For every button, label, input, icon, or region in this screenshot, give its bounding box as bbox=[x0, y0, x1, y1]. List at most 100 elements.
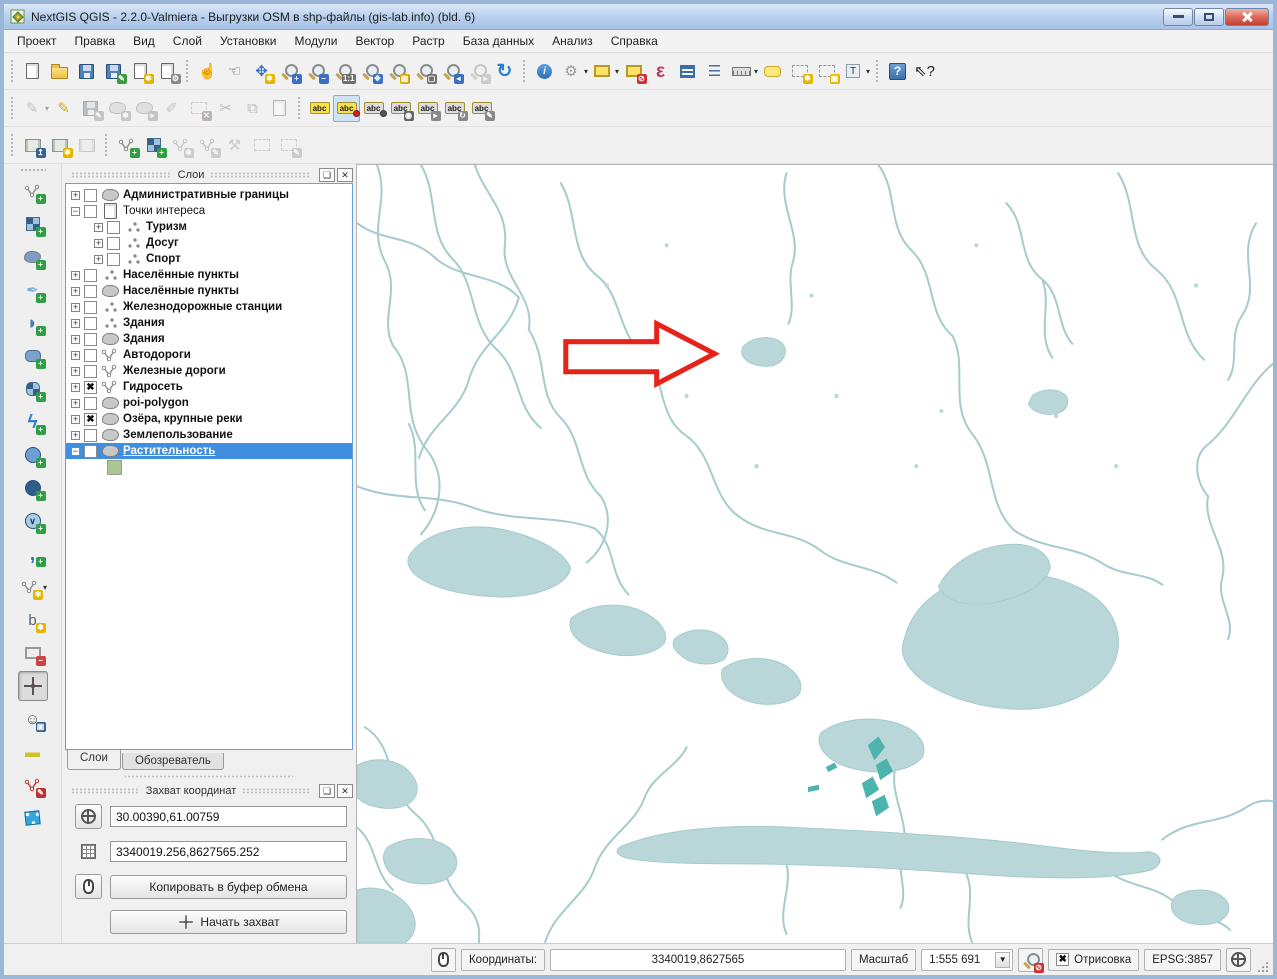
tree-expander[interactable]: + bbox=[71, 383, 80, 392]
new-project-button[interactable] bbox=[19, 58, 46, 85]
highlight-pinned-labels-button[interactable]: abc bbox=[360, 95, 387, 122]
change-label-button[interactable]: abc✎ bbox=[468, 95, 495, 122]
new-vector-layer-button[interactable]: + bbox=[113, 132, 140, 159]
show-hide-labels-button[interactable]: abc◉ bbox=[387, 95, 414, 122]
tree-expander[interactable]: + bbox=[94, 223, 103, 232]
add-wfs-layer-button[interactable]: ∨+ bbox=[18, 506, 48, 536]
coordinate-capture-button[interactable] bbox=[18, 671, 48, 701]
toolbar-grip[interactable] bbox=[10, 133, 15, 157]
epsg-button[interactable]: EPSG:3857 bbox=[1144, 949, 1221, 971]
zoom-full-button[interactable]: ✥ bbox=[356, 58, 383, 85]
render-checkbox-box[interactable]: ✖ Отрисовка bbox=[1048, 949, 1139, 971]
rotate-label-button[interactable]: abc↻ bbox=[441, 95, 468, 122]
remove-layer-button[interactable]: − bbox=[18, 638, 48, 668]
resize-grip[interactable] bbox=[1256, 960, 1269, 973]
add-wms-layer-button[interactable]: + bbox=[18, 341, 48, 371]
add-wms-wmts-layer-button[interactable]: + bbox=[18, 440, 48, 470]
add-delimited-text-layer-button[interactable]: ,+ bbox=[18, 539, 48, 569]
import-layer-to-map-new-button[interactable]: ✱ bbox=[46, 132, 73, 159]
new-raster-layer-button[interactable]: + bbox=[140, 132, 167, 159]
chevron-down-icon[interactable]: ▾ bbox=[866, 67, 870, 76]
zoom-out-button[interactable]: − bbox=[302, 58, 329, 85]
save-project-button[interactable] bbox=[73, 58, 100, 85]
zoom-to-layer-button[interactable]: ▢ bbox=[410, 58, 437, 85]
menu-item-10[interactable]: Анализ bbox=[543, 31, 602, 51]
run-feature-action-button[interactable]: ⚙▾ bbox=[558, 58, 589, 85]
help-contents-button[interactable]: ? bbox=[884, 58, 911, 85]
pan-to-selection-button[interactable]: ✥✱ bbox=[248, 58, 275, 85]
layer-row[interactable]: −Растительность bbox=[66, 443, 352, 459]
layer-visibility-checkbox[interactable] bbox=[84, 317, 97, 330]
zoom-to-selection-button[interactable]: ▣ bbox=[383, 58, 410, 85]
panel-grip[interactable] bbox=[71, 788, 140, 794]
tree-expander[interactable]: + bbox=[71, 191, 80, 200]
new-plugin-layer-button[interactable]: b✱ bbox=[18, 605, 48, 635]
layer-visibility-checkbox[interactable] bbox=[84, 429, 97, 442]
toolbar-grip[interactable] bbox=[297, 96, 302, 120]
geographic-coords-field[interactable]: 30.00390,61.00759 bbox=[110, 806, 347, 827]
tree-expander[interactable]: + bbox=[71, 319, 80, 328]
chevron-down-icon[interactable]: ▼ bbox=[995, 952, 1010, 968]
float-panel-button[interactable]: ❏ bbox=[319, 168, 335, 182]
toolbar-grip[interactable] bbox=[10, 59, 15, 83]
render-checkbox[interactable]: ✖ bbox=[1056, 953, 1069, 966]
chevron-down-icon[interactable]: ▾ bbox=[754, 67, 758, 76]
new-shapefile-layer-button[interactable]: ✱▾ bbox=[18, 572, 48, 602]
layer-visibility-checkbox[interactable] bbox=[84, 285, 97, 298]
track-mouse-toggle[interactable] bbox=[75, 874, 102, 899]
minimize-button[interactable] bbox=[1163, 8, 1193, 26]
toggle-mouse-tracking-button[interactable] bbox=[431, 948, 456, 972]
layer-visibility-checkbox[interactable] bbox=[84, 333, 97, 346]
zoom-in-button[interactable]: + bbox=[275, 58, 302, 85]
add-web-globe-layer-button[interactable]: + bbox=[18, 473, 48, 503]
panel-grip[interactable] bbox=[242, 788, 311, 794]
save-project-as-button[interactable]: ✎ bbox=[100, 58, 127, 85]
layer-visibility-checkbox[interactable] bbox=[84, 349, 97, 362]
layer-visibility-checkbox[interactable] bbox=[84, 397, 97, 410]
menu-item-6[interactable]: Модули bbox=[285, 31, 346, 51]
menu-item-9[interactable]: База данных bbox=[454, 31, 543, 51]
numerical-digitize-button[interactable]: ✎ bbox=[18, 770, 48, 800]
menu-item-2[interactable]: Правка bbox=[66, 31, 125, 51]
add-raster-layer-button[interactable]: + bbox=[18, 209, 48, 239]
chevron-down-icon[interactable]: ▾ bbox=[45, 104, 49, 113]
toolbar-grip[interactable] bbox=[875, 59, 880, 83]
add-spatialite-layer-button[interactable]: ✒+ bbox=[18, 275, 48, 305]
menu-item-4[interactable]: Слой bbox=[164, 31, 211, 51]
menu-item-8[interactable]: Растр bbox=[403, 31, 453, 51]
layer-visibility-checkbox[interactable] bbox=[84, 205, 97, 218]
toolbar-grip[interactable] bbox=[185, 59, 190, 83]
osm-place-search-button[interactable]: ☺▣ bbox=[18, 704, 48, 734]
identify-features-button[interactable]: i bbox=[531, 58, 558, 85]
chevron-down-icon[interactable]: ▾ bbox=[615, 67, 619, 76]
zoom-last-button[interactable]: ◂ bbox=[437, 58, 464, 85]
tree-expander[interactable]: + bbox=[71, 399, 80, 408]
add-vector-layer-button[interactable]: + bbox=[18, 176, 48, 206]
menu-item-3[interactable]: Вид bbox=[124, 31, 164, 51]
scale-combobox[interactable]: 1:555 691 ▼ bbox=[921, 949, 1013, 971]
toolbar-grip[interactable] bbox=[20, 168, 46, 173]
layer-visibility-checkbox[interactable]: ✖ bbox=[84, 381, 97, 394]
close-panel-button[interactable]: ✕ bbox=[337, 168, 353, 182]
toolbar-grip[interactable] bbox=[104, 133, 109, 157]
composer-manager-button[interactable]: ⚙ bbox=[154, 58, 181, 85]
select-features-button[interactable]: ▾ bbox=[589, 58, 620, 85]
toolbar-grip[interactable] bbox=[10, 96, 15, 120]
close-button[interactable] bbox=[1225, 8, 1269, 26]
layer-visibility-checkbox[interactable] bbox=[84, 445, 97, 458]
layer-row[interactable]: +Досуг bbox=[66, 235, 352, 251]
menu-item-11[interactable]: Справка bbox=[602, 31, 667, 51]
layer-visibility-checkbox[interactable] bbox=[84, 301, 97, 314]
tree-expander[interactable]: − bbox=[71, 447, 80, 456]
coordinates-field[interactable]: 3340019,8627565 bbox=[550, 949, 846, 971]
select-by-expression-button[interactable]: ε bbox=[647, 58, 674, 85]
float-panel-button[interactable]: ❏ bbox=[319, 784, 335, 798]
new-print-composer-button[interactable]: ✱ bbox=[127, 58, 154, 85]
toggle-editing-button[interactable]: ✎ bbox=[50, 95, 77, 122]
open-project-button[interactable] bbox=[46, 58, 73, 85]
dock-tab-обозреватель[interactable]: Обозреватель bbox=[122, 753, 224, 770]
dock-splitter[interactable] bbox=[125, 772, 293, 780]
layer-visibility-checkbox[interactable] bbox=[84, 189, 97, 202]
topology-checker-button[interactable] bbox=[18, 803, 48, 833]
tree-expander[interactable]: + bbox=[71, 271, 80, 280]
